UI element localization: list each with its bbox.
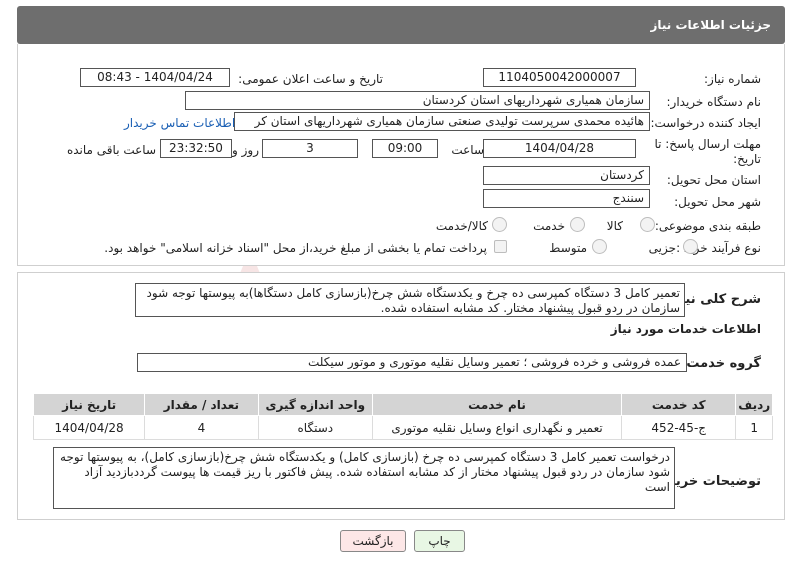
process-radio-minor[interactable] — [683, 239, 698, 254]
category-option-goods: کالا — [606, 219, 623, 233]
city-field: سنندج — [483, 189, 650, 208]
buyer-notes-text: درخواست تعمیر کامل 3 دستگاه کمپرسی ده چر… — [53, 447, 675, 509]
buyer-org-field: سازمان همیاری شهرداریهای استان کردستان — [185, 91, 650, 110]
cell-unit: دستگاه — [257, 415, 374, 440]
buyer-contact-link[interactable]: اطلاعات تماس خریدار — [124, 116, 235, 130]
city-label: شهر محل تحویل: — [674, 195, 761, 209]
page-title: جزئیات اطلاعات نیاز — [650, 18, 771, 32]
province-label: استان محل تحویل: — [666, 173, 761, 187]
service-group-field: عمده فروشی و خرده فروشی ؛ تعمیر وسایل نق… — [137, 353, 687, 372]
cell-service-code: ج-45-452 — [620, 415, 737, 440]
deadline-date-label: تاریخ: — [733, 152, 761, 166]
cell-quantity: 4 — [144, 415, 259, 440]
category-radio-goods-service[interactable] — [492, 217, 507, 232]
cell-service-name: تعمیر و نگهداری انواع وسایل نقلیه موتوری — [372, 415, 622, 440]
deadline-time-field: 09:00 — [372, 139, 438, 158]
treasury-payment-checkbox[interactable] — [494, 240, 507, 253]
service-group-label: گروه خدمت: — [681, 356, 761, 371]
services-section-title: اطلاعات خدمات مورد نیاز — [610, 322, 761, 336]
process-radio-medium[interactable] — [592, 239, 607, 254]
col-service-name: نام خدمت — [372, 393, 622, 416]
deadline-label: مهلت ارسال پاسخ: تا — [654, 137, 761, 151]
page-header: جزئیات اطلاعات نیاز — [17, 6, 785, 44]
days-label: روز و — [232, 143, 259, 157]
process-option-minor: جزیی — [648, 241, 676, 255]
summary-text: تعمیر کامل 3 دستگاه کمپرسی ده چرخ و یکدس… — [135, 283, 685, 317]
process-option-medium: متوسط — [549, 241, 587, 255]
category-option-goods-service: کالا/خدمت — [435, 219, 488, 233]
cell-need-date: 1404/04/28 — [32, 415, 146, 440]
col-row: ردیف — [735, 393, 773, 416]
announce-datetime-field: 1404/04/24 - 08:43 — [80, 68, 230, 87]
cell-row: 1 — [735, 415, 773, 440]
remaining-time-field: 23:32:50 — [160, 139, 232, 158]
category-label: طبقه بندی موضوعی: — [654, 219, 761, 233]
deadline-date-field: 1404/04/28 — [483, 139, 636, 158]
col-need-date: تاریخ نیاز — [32, 393, 146, 416]
need-number-field: 1104050042000007 — [483, 68, 636, 87]
deadline-time-label: ساعت — [451, 143, 484, 157]
buyer-org-label: نام دستگاه خریدار: — [666, 95, 762, 109]
col-quantity: تعداد / مقدار — [144, 393, 259, 416]
need-number-label: شماره نیاز: — [704, 72, 761, 86]
category-option-service: خدمت — [533, 219, 565, 233]
services-table-header: ردیف کد خدمت نام خدمت واحد اندازه گیری ت… — [32, 393, 773, 416]
category-radio-goods[interactable] — [640, 217, 655, 232]
col-service-code: کد خدمت — [620, 393, 737, 416]
requester-field: هائیده محمدی سرپرست تولیدی صنعتی سازمان … — [234, 112, 650, 131]
back-button[interactable]: بازگشت — [340, 530, 406, 552]
treasury-payment-note: پرداخت تمام یا بخشی از مبلغ خرید،از محل … — [104, 241, 487, 255]
table-row: 1 ج-45-452 تعمیر و نگهداری انواع وسایل ن… — [32, 415, 773, 440]
days-remaining-field: 3 — [262, 139, 358, 158]
requester-label: ایجاد کننده درخواست: — [650, 116, 761, 130]
services-table: ردیف کد خدمت نام خدمت واحد اندازه گیری ت… — [32, 393, 773, 440]
remaining-time-label: ساعت باقی مانده — [66, 143, 156, 157]
category-radio-service[interactable] — [570, 217, 585, 232]
announce-datetime-label: تاریخ و ساعت اعلان عمومی: — [238, 72, 383, 86]
print-button[interactable]: چاپ — [414, 530, 465, 552]
col-unit: واحد اندازه گیری — [257, 393, 374, 416]
province-field: کردستان — [483, 166, 650, 185]
